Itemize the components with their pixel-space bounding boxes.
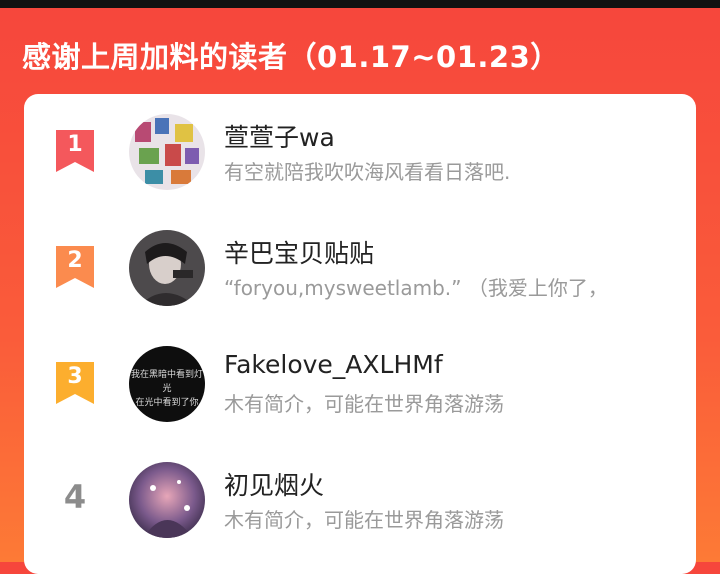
reader-bio: 有空就陪我吹吹海风看看日落吧. <box>224 160 511 184</box>
rank-badge: 3 <box>56 362 94 404</box>
page-title: 感谢上周加料的读者（01.17~01.23） <box>22 40 560 74</box>
rank-number: 4 <box>63 478 87 516</box>
list-item[interactable]: 1 萱萱子wa 有空就陪我吹吹海风看看日落吧. <box>24 94 696 194</box>
status-bar <box>0 0 720 8</box>
rank-number: 1 <box>67 132 83 157</box>
avatar[interactable] <box>129 230 205 306</box>
list-item[interactable]: 4 初见烟火 木有简介，可能在世界角落游荡 <box>24 442 696 542</box>
reader-list: 1 萱萱子wa 有空就陪我吹吹海风看看日落吧. 2 辛巴宝贝贴贴 “foryou… <box>24 94 696 574</box>
reader-name: 初见烟火 <box>224 471 325 500</box>
rank-badge: 4 <box>56 478 94 520</box>
rank-badge: 1 <box>56 130 94 172</box>
list-item[interactable]: 3 我在黑暗中看到灯光 在光中看到了你 Fakelove_AXLHMf 木有简介… <box>24 326 696 426</box>
avatar[interactable] <box>129 462 205 538</box>
reader-bio: 木有简介，可能在世界角落游荡 <box>224 392 504 416</box>
reader-bio: “foryou,mysweetlamb.” （我爱上你了， <box>224 276 608 300</box>
avatar[interactable]: 我在黑暗中看到灯光 在光中看到了你 <box>129 346 205 422</box>
reader-name: 辛巴宝贝贴贴 <box>224 239 375 268</box>
list-item[interactable]: 2 辛巴宝贝贴贴 “foryou,mysweetlamb.” （我爱上你了， <box>24 210 696 310</box>
reader-name: 萱萱子wa <box>224 123 335 152</box>
reader-name: Fakelove_AXLHMf <box>224 350 443 379</box>
reader-bio: 木有简介，可能在世界角落游荡 <box>224 508 504 532</box>
rank-number: 2 <box>67 248 83 273</box>
rank-number: 3 <box>67 364 83 389</box>
avatar-caption: 我在黑暗中看到灯光 在光中看到了你 <box>130 370 203 408</box>
rank-badge: 2 <box>56 246 94 288</box>
avatar[interactable] <box>129 114 205 190</box>
